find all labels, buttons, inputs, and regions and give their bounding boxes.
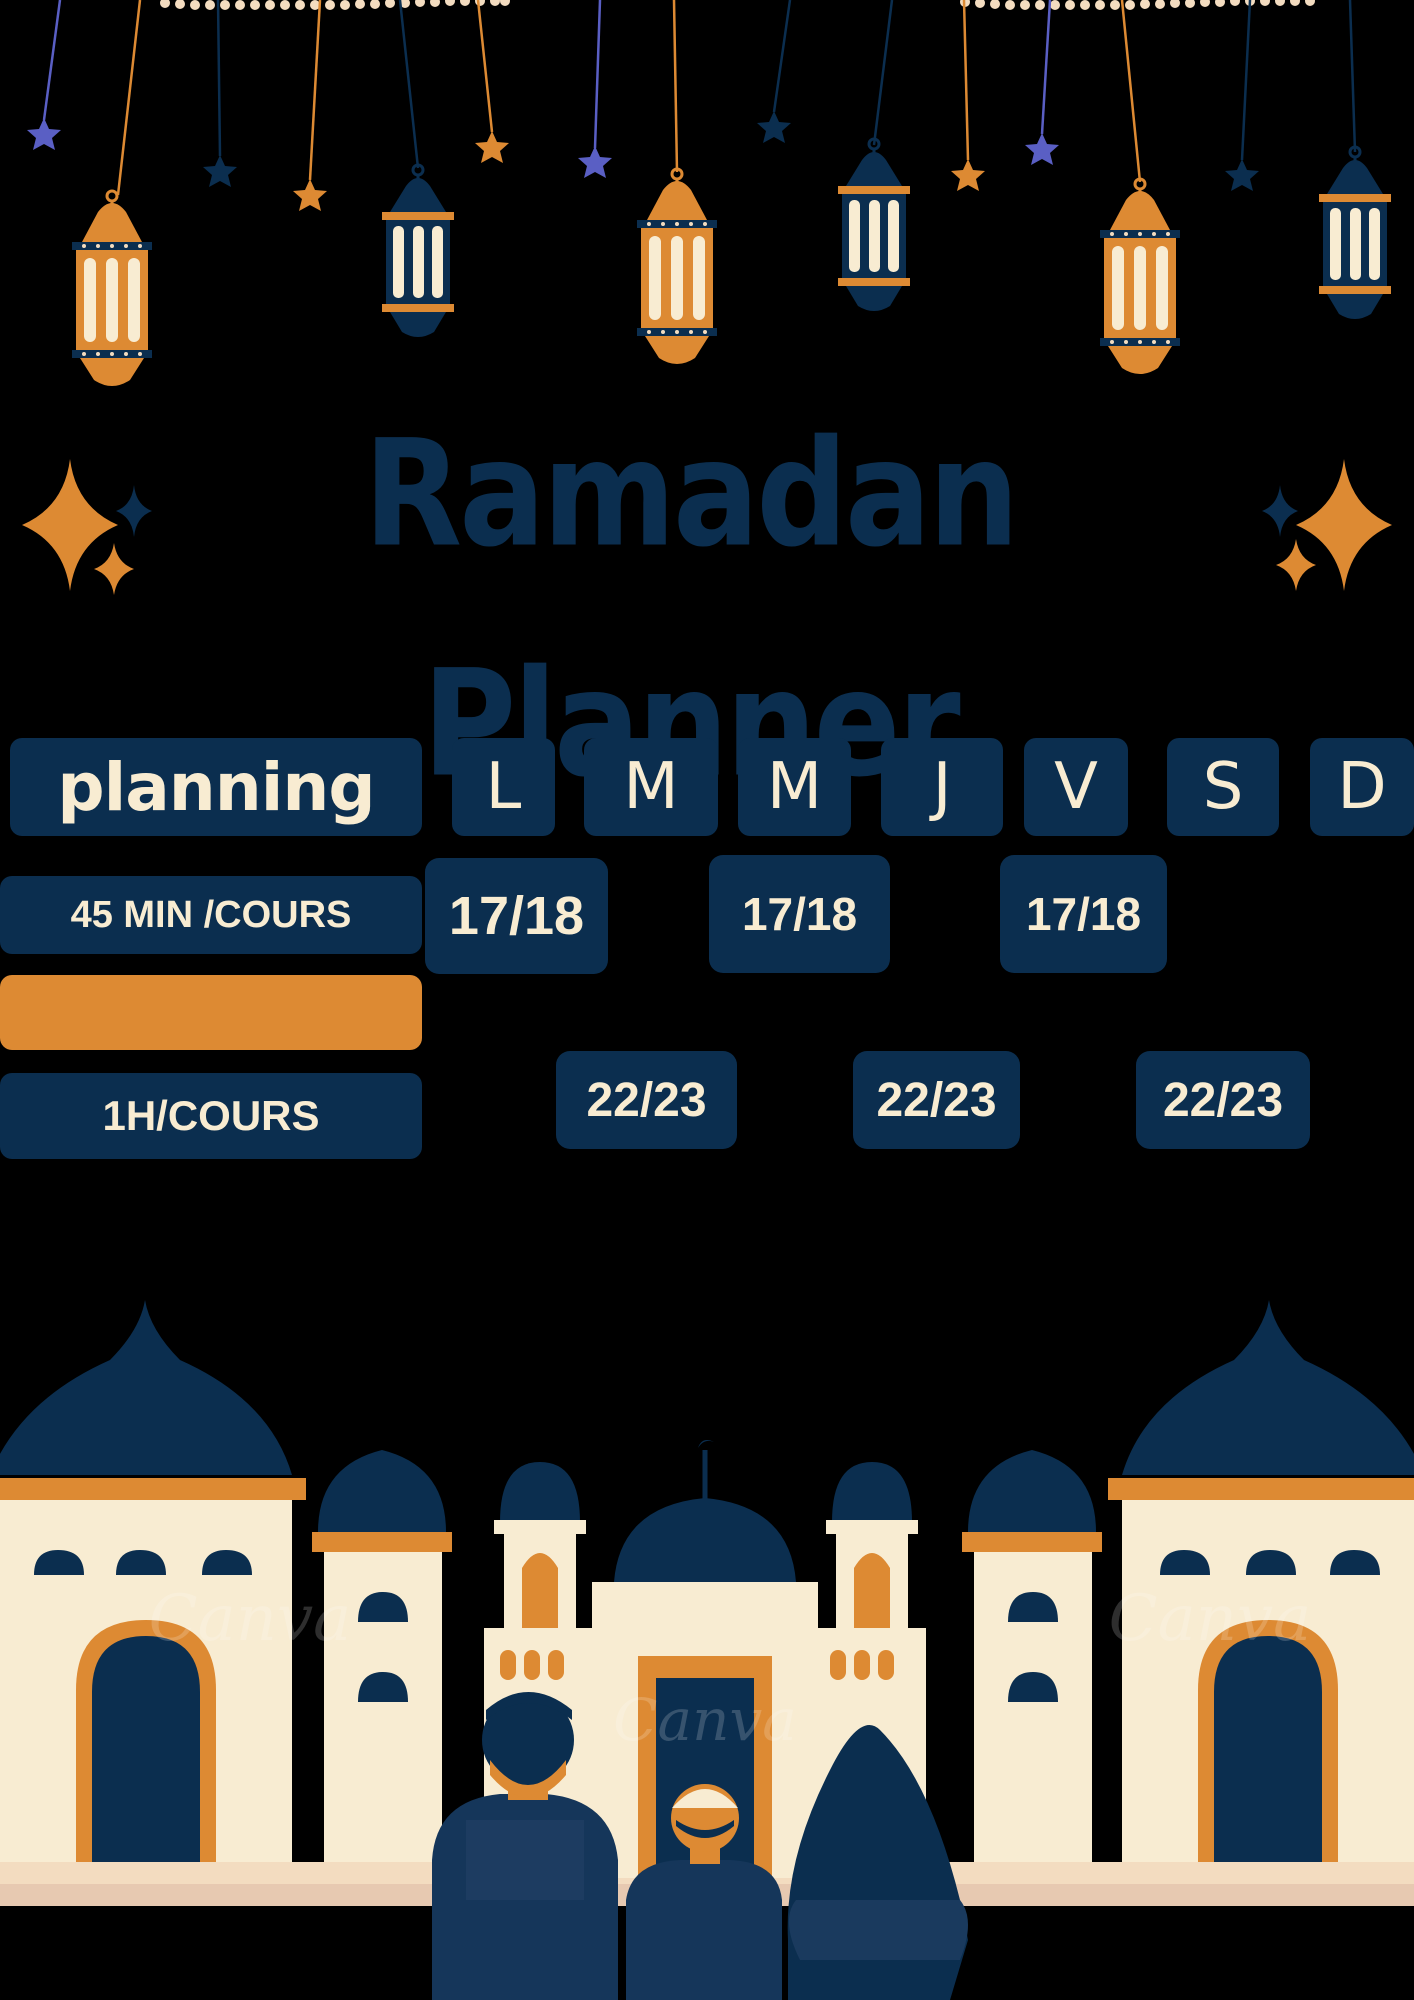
- day-header-mardi: M: [584, 738, 718, 836]
- mosque-illustration: Canva Canva Canva: [0, 1300, 1414, 2000]
- slot-1h-samedi: 22/23: [1136, 1051, 1310, 1149]
- hanging-decoration: [27, 0, 1393, 388]
- bead-garland-right: [960, 0, 1315, 10]
- slot-1h-mardi: 22/23: [556, 1051, 737, 1149]
- slot-45min-mercredi: 17/18: [709, 855, 890, 973]
- day-header-jeudi: J: [881, 738, 1003, 836]
- lantern-navy: [380, 163, 456, 339]
- slot-45min-lundi: 17/18: [425, 858, 608, 974]
- mosque-left-building: [0, 1300, 306, 1862]
- day-header-lundi: L: [452, 738, 555, 836]
- day-header-mercredi: M: [738, 738, 851, 836]
- canva-watermark-right: Canva: [1109, 1582, 1312, 1656]
- hanging-star: [27, 118, 61, 150]
- canva-watermark-left: Canva: [149, 1582, 352, 1656]
- row-label-1h: 1H/COURS: [0, 1073, 422, 1159]
- canva-watermark-center: Canva: [613, 1686, 797, 1754]
- row-separator-bar: [0, 975, 422, 1050]
- day-header-dimanche: D: [1310, 738, 1414, 836]
- row-label-45min: 45 MIN /COURS: [0, 876, 422, 954]
- planning-header: planning: [10, 738, 422, 836]
- mosque-right-building: [1108, 1300, 1414, 1862]
- slot-45min-vendredi: 17/18: [1000, 855, 1167, 973]
- page-title: Ramadan Planner: [363, 408, 1020, 811]
- day-header-samedi: S: [1167, 738, 1279, 836]
- mosque-left-tower: [312, 1450, 452, 1862]
- sparkle-stars-left: [22, 459, 152, 595]
- lantern-orange: [70, 189, 154, 388]
- bead-garland-left: [160, 0, 510, 10]
- slot-1h-jeudi: 22/23: [853, 1051, 1020, 1149]
- sparkle-stars-right: [1262, 459, 1392, 591]
- day-header-vendredi: V: [1024, 738, 1128, 836]
- mosque-right-tower: [962, 1450, 1102, 1862]
